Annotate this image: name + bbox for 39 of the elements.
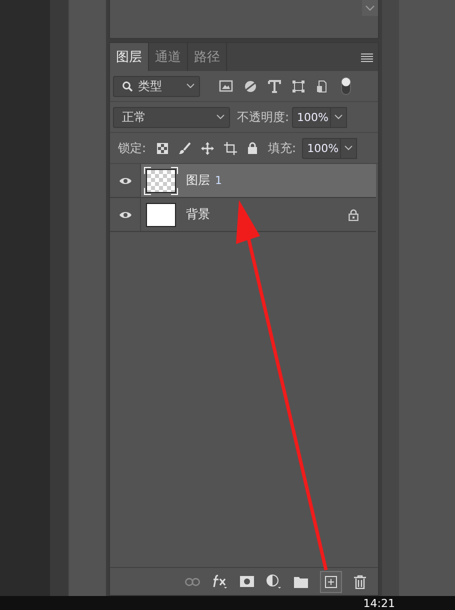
blend-mode-dropdown[interactable]: 正常 [113,106,230,128]
fill-label: 填充: [268,140,296,156]
panel-tab[interactable]: 图层 [110,43,149,71]
new-layer-icon[interactable] [320,570,342,592]
lock-icon[interactable] [247,142,258,154]
fill-field[interactable]: 100% [302,138,342,158]
search-icon [122,80,133,92]
eye-icon[interactable] [118,210,132,218]
caret-icon [216,114,225,120]
document-icon[interactable] [316,80,327,92]
clock-time: 14:21 [363,598,395,609]
lock-label: 锁定: [118,140,146,156]
fill-dropdown-button[interactable] [341,138,358,158]
layer-name: 背景 [186,206,210,223]
layer-name: 图层 1 [186,172,222,189]
move-icon[interactable] [201,142,214,154]
type-icon[interactable] [268,80,281,92]
toggle-switch[interactable] [341,77,351,95]
folder-icon[interactable] [294,576,308,588]
fx-icon[interactable] [212,574,228,589]
checkerboard-icon[interactable] [157,142,168,154]
crop-icon[interactable] [224,142,238,154]
caret-icon [344,145,354,151]
layer-thumbnail [144,200,178,228]
caret-icon [186,83,195,89]
caret-icon [334,114,344,120]
transform-icon[interactable] [292,80,305,92]
mask-icon[interactable] [240,576,254,587]
opacity-label: 不透明度: [237,108,290,126]
trash-icon[interactable] [354,574,366,588]
opacity-field[interactable]: 100% [292,106,332,128]
eye-icon[interactable] [118,176,132,184]
filter-dropdown[interactable]: 类型 [113,76,200,96]
image-icon[interactable] [219,80,233,92]
brush-icon[interactable] [178,142,192,154]
menu-icon[interactable] [361,52,373,62]
layer-thumbnail [144,166,178,194]
layer-row[interactable]: 图层 1 [110,164,376,198]
opacity-dropdown-button[interactable] [331,106,348,128]
